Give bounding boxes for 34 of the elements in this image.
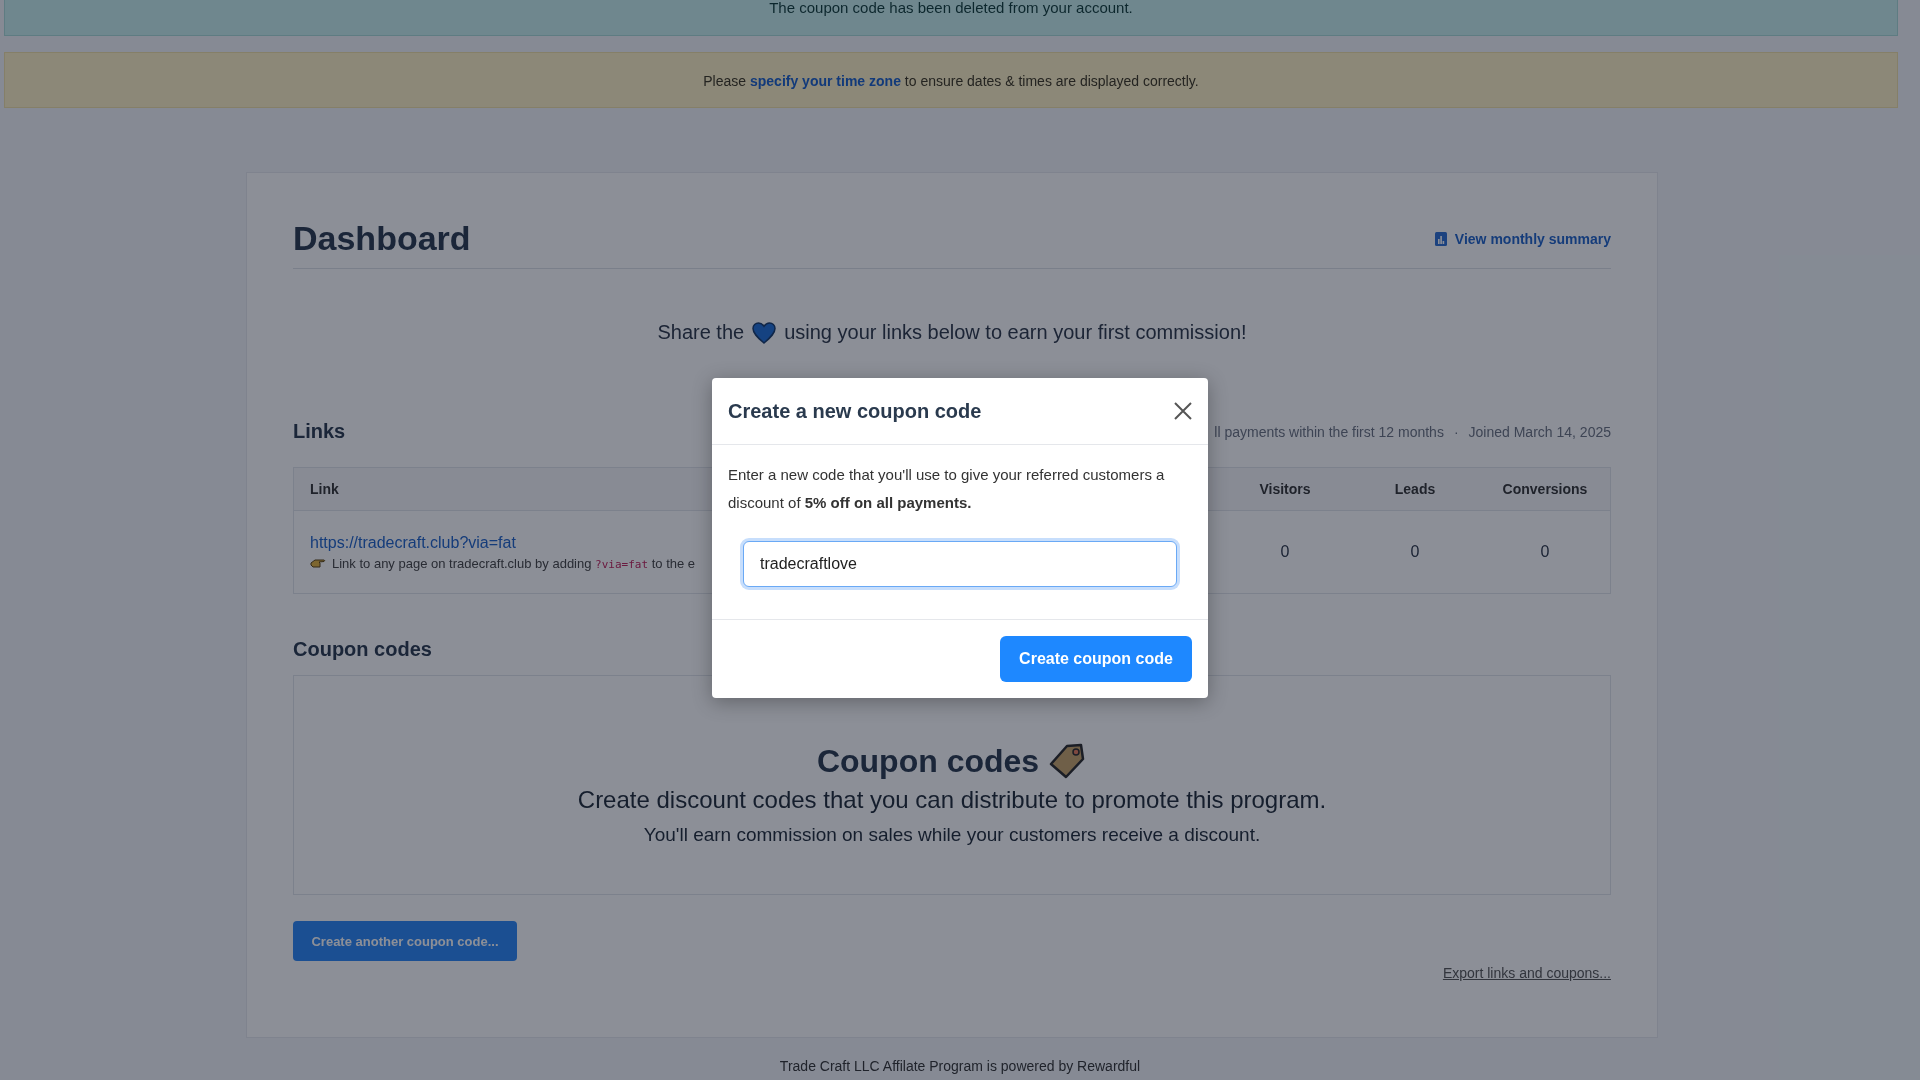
heart-icon [752,321,777,344]
dialog-title: Create a new coupon code [728,399,982,423]
column-header: Visitors [1258,481,1312,497]
warning-text: Please specify your time zone to ensure dates & times are displayed correctly. [703,73,1199,89]
empty-state-text: Create discount codes that you can distribute to promote this program. [577,786,1327,814]
export-link[interactable]: Export links and coupons... [1442,965,1611,981]
section-heading: Coupon codes [293,638,432,661]
create-another-coupon-button[interactable]: Create another coupon code... [293,921,517,961]
page-title: Dashboard [293,219,471,258]
column-header: Leads [1393,481,1437,497]
share-text: Share the [657,321,745,344]
empty-state-subtext: You'll earn commission on sales while your customers receive a discount. [643,824,1261,846]
report-icon [1434,231,1447,246]
empty-state-title: Coupon codes [816,742,1040,780]
share-text: using your links below to earn your first commission! [784,321,1247,344]
program-meta: Joined March 14, 2025 [1468,423,1611,440]
link-hint: Link to any page on tradecraft.club by adding ?via=fat to the e [332,555,696,571]
footer-text: Trade Craft LLC Affilate Program is powered by Rewardful [779,1058,1141,1074]
column-header: Link [310,481,339,497]
close-icon[interactable] [1174,402,1192,420]
conversions-count: 0 [1539,543,1551,561]
program-meta: ll payments within the first 12 months [1214,423,1444,440]
dialog-text: Enter a new code that you'll use to give your referred customers a discount of 5% off on all payments. [728,465,1166,513]
create-coupon-button[interactable]: Create coupon code [1000,636,1192,682]
pointing-hand-icon [310,557,326,569]
success-message: The coupon code has been deleted from your account. [769,0,1133,16]
time-zone-link[interactable]: specify your time zone [750,73,901,89]
column-header: Conversions [1501,481,1589,497]
section-heading: Links [293,420,346,443]
monthly-summary-link[interactable]: View monthly summary [1434,230,1611,247]
visitors-count: 0 [1279,543,1291,561]
separator-dot: · [1453,423,1459,440]
coupon-code-field[interactable]: tradecraftlove [743,541,1177,587]
leads-count: 0 [1409,543,1421,561]
